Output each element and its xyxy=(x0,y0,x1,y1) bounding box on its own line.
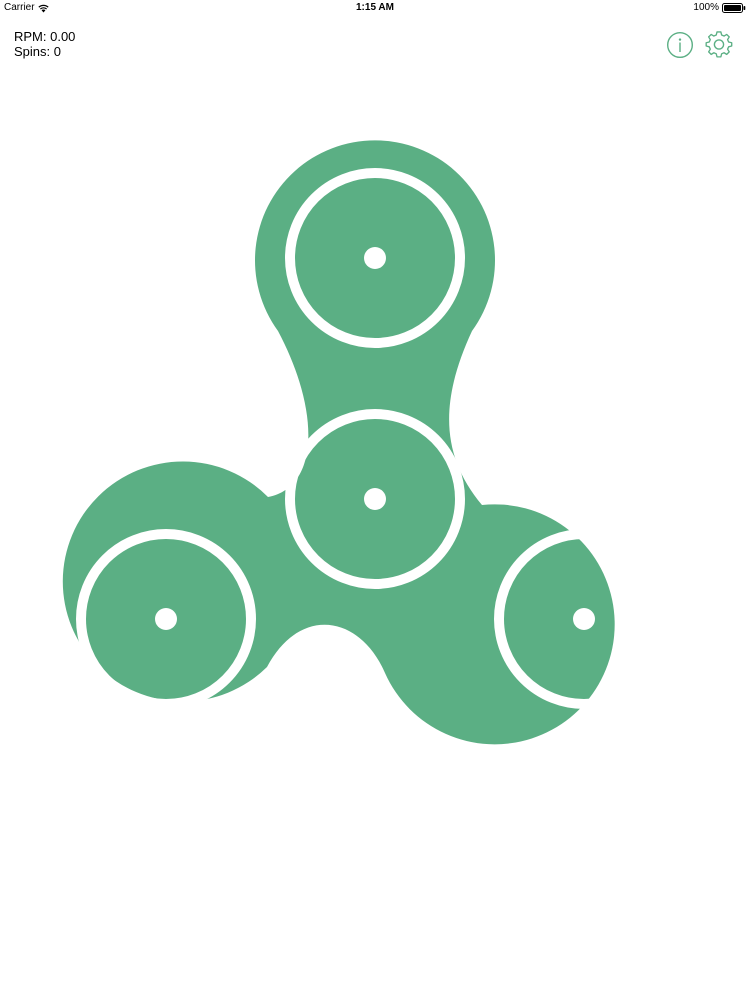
fidget-spinner[interactable] xyxy=(0,0,750,1000)
spinner-frame xyxy=(62,140,615,745)
spinner-body[interactable] xyxy=(62,140,615,745)
